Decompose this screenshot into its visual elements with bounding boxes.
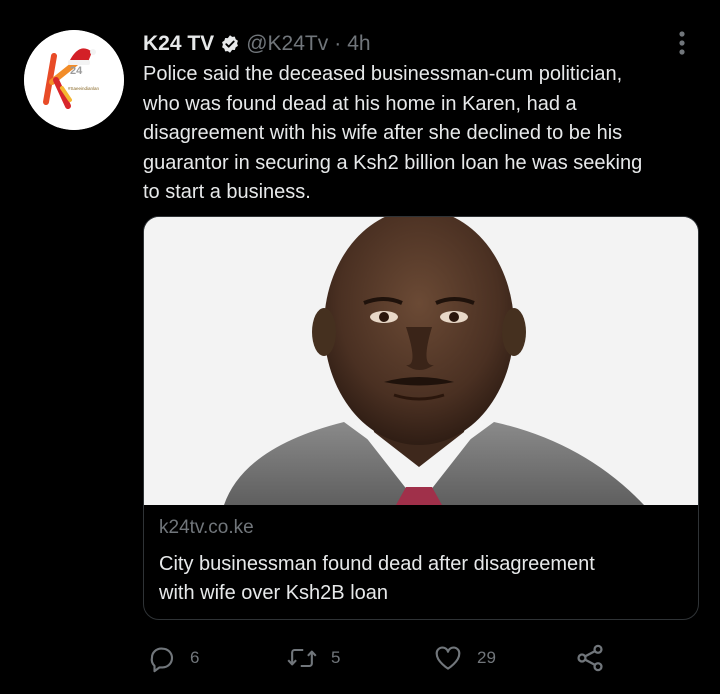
separator-dot: · xyxy=(334,32,342,55)
like-count: 29 xyxy=(477,648,496,667)
like-button[interactable]: 29 xyxy=(432,640,496,676)
tweet-text-line: disagreement with his wife after she dec… xyxy=(143,122,623,144)
tweet-text-line: guarantor in securing a Ksh2 billion loa… xyxy=(143,151,643,174)
more-vertical-icon xyxy=(679,31,685,55)
verified-badge-icon xyxy=(222,35,239,53)
reply-button[interactable]: 6 xyxy=(147,640,199,676)
reply-count: 6 xyxy=(190,648,200,667)
tweet-text: Police said the deceased businessman-cum… xyxy=(143,60,703,208)
heart-icon xyxy=(435,646,461,670)
timestamp[interactable]: 4h xyxy=(347,32,370,56)
link-card[interactable]: k24tv.co.ke City businessman found dead … xyxy=(143,216,699,620)
display-name[interactable]: K24 TV xyxy=(143,32,214,56)
reply-icon xyxy=(150,647,174,673)
retweet-count: 5 xyxy=(331,648,341,667)
card-title: City businessman found dead after disagr… xyxy=(159,550,689,608)
k24-logo-icon: 24 #Saeeindianlan xyxy=(24,30,124,130)
more-button[interactable] xyxy=(664,28,700,58)
svg-text:#Saeeindianlan: #Saeeindianlan xyxy=(68,86,100,91)
portrait-photo xyxy=(144,217,698,505)
avatar[interactable]: 24 #Saeeindianlan xyxy=(24,30,124,130)
share-button[interactable] xyxy=(574,640,606,676)
svg-text:24: 24 xyxy=(70,65,83,77)
card-image[interactable] xyxy=(144,217,698,505)
tweet-actions: 6 5 29 xyxy=(143,640,623,676)
tweet-text-line: to start a business. xyxy=(143,181,311,203)
tweet-text-line: Police said the deceased businessman-cum… xyxy=(143,63,623,85)
share-icon xyxy=(577,644,603,672)
tweet[interactable]: 24 #Saeeindianlan K24 TV @K24Tv · 4h Pol… xyxy=(0,0,720,694)
retweet-icon xyxy=(287,648,317,668)
tweet-header: K24 TV @K24Tv · 4h xyxy=(143,31,371,57)
card-domain: k24tv.co.ke xyxy=(159,517,254,538)
retweet-button[interactable]: 5 xyxy=(286,640,340,676)
tweet-text-line: who was found dead at his home in Karen,… xyxy=(143,92,577,115)
card-title-line: with wife over Ksh2B loan xyxy=(159,582,389,604)
handle[interactable]: @K24Tv xyxy=(246,32,328,56)
card-title-line: City businessman found dead after disagr… xyxy=(159,553,595,575)
